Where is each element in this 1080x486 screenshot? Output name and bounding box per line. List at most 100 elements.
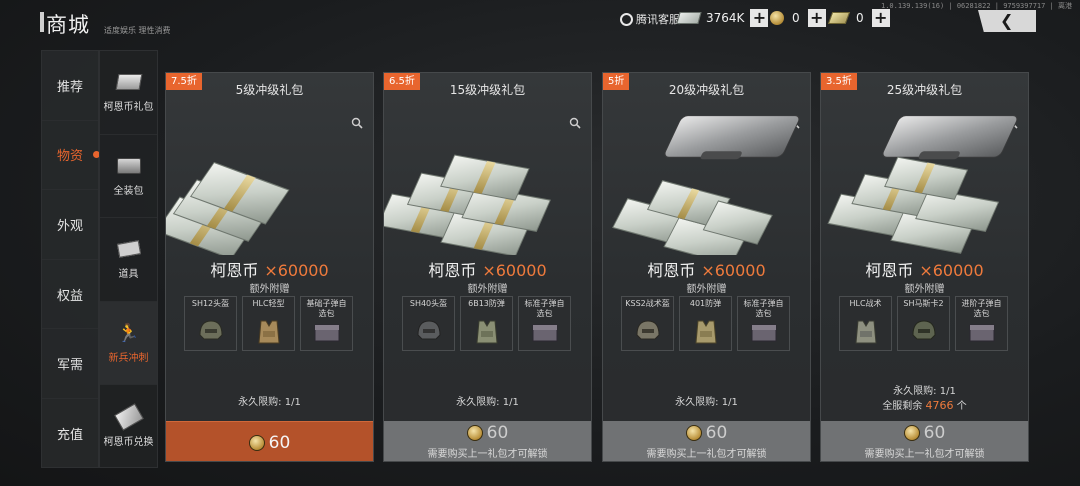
bonus-item[interactable]: 基础子弹自选包 — [300, 296, 353, 351]
remain-count: 4766 — [925, 399, 954, 412]
nav-label: 外观 — [56, 218, 83, 234]
reward-line: 柯恩币 ×60000 — [166, 257, 373, 281]
sub-item-label: 柯恩币兑换 — [103, 437, 154, 449]
bonus-item[interactable]: HLC轻型 — [242, 296, 295, 351]
price: 60 — [166, 433, 373, 453]
add-bills-button[interactable]: + — [871, 9, 890, 27]
reward-name: 柯恩币 — [210, 261, 259, 280]
buy-button[interactable]: 60 — [166, 421, 373, 461]
currency-coins: 0 + — [770, 9, 826, 27]
nav-item-benefits[interactable]: 权益 — [42, 260, 98, 330]
currency-bills: 0 + — [827, 9, 890, 27]
nav-item-appearance[interactable]: 外观 — [42, 190, 98, 260]
purchase-limit: 永久限购: 1/1 — [675, 397, 738, 408]
nav-label: 物资 — [56, 149, 83, 165]
pack-card-level-25[interactable]: 3.5折 25级冲级礼包 柯恩币 ×60000 额外附赠 HLC战术 SH马斯卡2… — [820, 72, 1029, 462]
sub-item-label: 全装包 — [113, 185, 144, 197]
sub-item-coin-exchange[interactable]: 柯恩币兑换 — [100, 385, 157, 469]
bonus-item[interactable]: HLC战术 — [839, 296, 892, 351]
title-accent-bar — [40, 12, 44, 32]
pack-title: 25级冲级礼包 — [886, 83, 963, 97]
pack-card-level-20[interactable]: 5折 20级冲级礼包 柯恩币 ×60000 额外附赠 KSS2战术盔 401防弹 … — [602, 72, 811, 462]
item-name: HLC战术 — [849, 299, 882, 308]
buy-button[interactable]: 60 需要购买上一礼包才可解锁 — [384, 421, 591, 461]
bonus-item[interactable]: SH12头盔 — [184, 296, 237, 351]
sub-item-label: 道具 — [118, 269, 139, 281]
ammo-box-icon — [751, 324, 777, 342]
sub-item-label: 新兵冲刺 — [108, 353, 149, 365]
reward-name: 柯恩币 — [865, 261, 914, 280]
coin-icon — [685, 425, 702, 441]
service-icon — [620, 12, 633, 26]
currency-notes-value: 3764K — [706, 11, 745, 25]
purchase-limit: 永久限购: 1/1 — [456, 397, 519, 408]
bonus-item[interactable]: SH40头盔 — [402, 296, 455, 351]
nav-item-military[interactable]: 军需 — [42, 329, 98, 399]
reward-name: 柯恩币 — [428, 261, 477, 280]
extra-label: 额外附赠 — [249, 284, 290, 295]
buy-button[interactable]: 60 需要购买上一礼包才可解锁 — [821, 421, 1028, 461]
chevron-left-icon: ❮ — [1000, 11, 1014, 30]
item-card-icon — [115, 238, 143, 260]
nav-item-recommend[interactable]: 推荐 — [42, 51, 98, 121]
sub-item-recruit-sprint[interactable]: 🏃 新兵冲刺 — [100, 301, 157, 386]
bonus-item[interactable]: 401防弹 — [679, 296, 732, 351]
category-nav: 推荐 物资 外观 权益 军需 充值 — [41, 50, 100, 469]
item-name: SH40头盔 — [409, 299, 448, 308]
bonus-item[interactable]: 标准子弹自选包 — [518, 296, 571, 351]
pack-card-level-15[interactable]: 6.5折 15级冲级礼包 柯恩币 ×60000 额外附赠 SH40头盔 6B13防… — [383, 72, 592, 462]
back-button[interactable]: ❮ — [978, 10, 1036, 32]
banknote-exchange-icon — [113, 403, 144, 431]
price: 60 — [821, 423, 1028, 443]
coin-icon — [903, 425, 920, 441]
customer-service-button[interactable]: 腾讯客服 — [620, 11, 680, 27]
subcategory-nav: 柯恩币礼包 全装包 道具 🏃 新兵冲刺 柯恩币兑换 — [99, 50, 158, 468]
sub-item-props[interactable]: 道具 — [100, 218, 157, 302]
extra-label: 额外附赠 — [467, 284, 508, 295]
bonus-items: SH12头盔 HLC轻型 基础子弹自选包 — [184, 296, 353, 351]
bonus-item[interactable]: KSS2战术盔 — [621, 296, 674, 351]
banknote-case-image — [612, 115, 800, 255]
item-name: 标准子弹自选包 — [743, 299, 784, 318]
purchase-limit: 永久限购: 1/1 — [893, 386, 956, 397]
bonus-item[interactable]: 6B13防弹 — [460, 296, 513, 351]
sub-item-coin-pack[interactable]: 柯恩币礼包 — [100, 51, 157, 135]
ammo-box-icon — [969, 324, 995, 342]
pack-card-level-5[interactable]: 7.5折 5级冲级礼包 柯恩币 ×60000 额外附赠 SH12头盔 HLC轻型 … — [165, 72, 374, 462]
ammo-box-icon — [532, 324, 558, 342]
page-title: 商城 — [46, 13, 90, 37]
add-notes-button[interactable]: + — [750, 9, 769, 27]
remain-unit: 个 — [956, 401, 967, 412]
server-info: 1.0.139.139(16) | 06281822 | 9759397717 … — [880, 2, 1072, 10]
price: 60 — [603, 423, 810, 443]
remain-label: 全服剩余 — [882, 401, 923, 412]
bonus-item[interactable]: 标准子弹自选包 — [737, 296, 790, 351]
extra-label: 额外附赠 — [686, 284, 727, 295]
buy-button[interactable]: 60 需要购买上一礼包才可解锁 — [603, 421, 810, 461]
nav-label: 推荐 — [56, 79, 83, 95]
running-soldier-icon: 🏃 — [117, 322, 140, 344]
vest-icon — [855, 320, 877, 344]
bonus-item[interactable]: SH马斯卡2 — [897, 296, 950, 351]
item-name: 标准子弹自选包 — [524, 299, 565, 318]
ammo-box-icon — [314, 324, 340, 342]
vest-icon — [695, 320, 717, 344]
gear-case-icon — [115, 155, 143, 177]
currency-bills-value: 0 — [856, 11, 864, 25]
item-name: SH马斯卡2 — [903, 299, 944, 308]
purchase-limit-block: 永久限购: 1/1 全服剩余 4766 个 — [821, 385, 1028, 414]
sub-item-full-gear[interactable]: 全装包 — [100, 135, 157, 219]
sub-item-label: 柯恩币礼包 — [103, 102, 154, 114]
nav-item-recharge[interactable]: 充值 — [42, 399, 98, 469]
bonus-item[interactable]: 进阶子弹自选包 — [955, 296, 1008, 351]
banknote-bundle-image — [166, 161, 290, 255]
bonus-items: HLC战术 SH马斯卡2 进阶子弹自选包 — [839, 296, 1008, 351]
add-coins-button[interactable]: + — [807, 9, 826, 27]
bill-icon — [827, 12, 851, 24]
banknote-icon — [676, 12, 702, 24]
reward-qty: ×60000 — [482, 261, 547, 280]
reward-qty: ×60000 — [264, 261, 329, 280]
coin-icon — [770, 11, 784, 25]
price-value: 60 — [923, 423, 946, 443]
nav-item-supplies[interactable]: 物资 — [42, 121, 100, 191]
